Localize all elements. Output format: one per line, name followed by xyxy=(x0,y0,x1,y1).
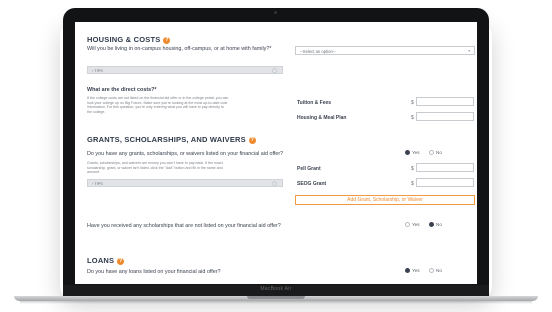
housing-meal-input[interactable] xyxy=(416,112,474,121)
direct-costs-help-line: the college. xyxy=(87,109,106,114)
grants-no-radio[interactable]: No xyxy=(429,150,442,155)
grants-help-line: amount. xyxy=(87,170,100,175)
tuition-label: Tuition & Fees xyxy=(297,100,332,106)
laptop-base-notch xyxy=(247,296,305,299)
housing-meal-label: Housing & Meal Plan xyxy=(297,115,347,121)
housing-section-title: HOUSING & COSTS? xyxy=(87,35,171,44)
pell-grant-currency: $ xyxy=(411,166,414,172)
camera-icon xyxy=(274,11,277,14)
radio-label: Yes xyxy=(412,268,420,273)
info-icon[interactable]: ? xyxy=(248,137,256,144)
grants-question: Do you have any grants, scholarships, or… xyxy=(87,151,284,157)
radio-label: No xyxy=(436,150,442,155)
radio-dot xyxy=(405,268,410,273)
housing-meal-currency: $ xyxy=(411,115,414,121)
scholarships-question: Have you received any scholarships that … xyxy=(87,223,281,229)
screen: HOUSING & COSTS? Will you be living in o… xyxy=(75,22,477,284)
housing-question: Will you be living in on-campus housing,… xyxy=(87,46,272,52)
grants-section-title: GRANTS, SCHOLARSHIPS, AND WAIVERS? xyxy=(87,135,256,144)
add-grant-button[interactable]: Add Grant, Scholarship, or Waiver xyxy=(295,195,475,205)
housing-select-placeholder: --Select an option-- xyxy=(300,49,336,54)
radio-label: No xyxy=(436,268,442,273)
radio-label: Yes xyxy=(412,150,420,155)
loans-section-title: LOANS? xyxy=(87,256,125,265)
radio-dot xyxy=(429,268,434,273)
laptop-base-shadow xyxy=(20,301,532,304)
tuition-currency: $ xyxy=(411,100,414,106)
tips-label: › TIPS xyxy=(92,182,103,186)
pell-grant-label: Pell Grant xyxy=(297,166,321,172)
loans-question: Do you have any loans listed on your fin… xyxy=(87,269,221,275)
radio-dot xyxy=(429,150,434,155)
radio-dot xyxy=(405,222,410,227)
pell-grant-input[interactable] xyxy=(416,163,474,172)
grants-title-text: GRANTS, SCHOLARSHIPS, AND WAIVERS xyxy=(87,135,246,144)
radio-dot xyxy=(405,150,410,155)
tuition-input[interactable] xyxy=(416,97,474,106)
housing-title-text: HOUSING & COSTS xyxy=(87,35,161,44)
housing-tips-bar[interactable]: › TIPS ◯ xyxy=(87,66,283,74)
device-brand-label: MacBook Air xyxy=(260,286,292,292)
lightbulb-icon: ◯ xyxy=(271,68,277,73)
loans-no-radio[interactable]: No xyxy=(429,268,442,273)
grants-yes-radio[interactable]: Yes xyxy=(405,150,420,155)
laptop-chin: MacBook Air xyxy=(63,285,489,296)
grants-tips-bar[interactable]: › TIPS ◯ xyxy=(87,179,283,187)
tips-text: TIPS xyxy=(94,68,103,73)
scholarships-yes-radio[interactable]: Yes xyxy=(405,222,420,227)
housing-select[interactable]: --Select an option-- ▾ xyxy=(295,46,475,55)
direct-costs-title: What are the direct costs?* xyxy=(87,87,157,93)
info-icon[interactable]: ? xyxy=(117,258,125,265)
radio-label: No xyxy=(436,222,442,227)
loans-yes-radio[interactable]: Yes xyxy=(405,268,420,273)
radio-dot xyxy=(429,222,434,227)
radio-label: Yes xyxy=(412,222,420,227)
seog-grant-currency: $ xyxy=(411,181,414,187)
scholarships-no-radio[interactable]: No xyxy=(429,222,442,227)
tips-label: › TIPS xyxy=(92,69,103,73)
lightbulb-icon: ◯ xyxy=(271,181,277,186)
direct-costs-help: If the college costs are not listed on t… xyxy=(87,96,287,114)
info-icon[interactable]: ? xyxy=(163,37,171,44)
financial-aid-form: HOUSING & COSTS? Will you be living in o… xyxy=(83,22,475,284)
grants-help: Grants, scholarships, and waivers are mo… xyxy=(87,161,285,175)
seog-grant-input[interactable] xyxy=(416,178,474,187)
seog-grant-label: SEOG Grant xyxy=(297,181,327,187)
chevron-down-icon: ▾ xyxy=(468,49,470,53)
tips-text: TIPS xyxy=(94,181,103,186)
loans-title-text: LOANS xyxy=(87,256,115,265)
